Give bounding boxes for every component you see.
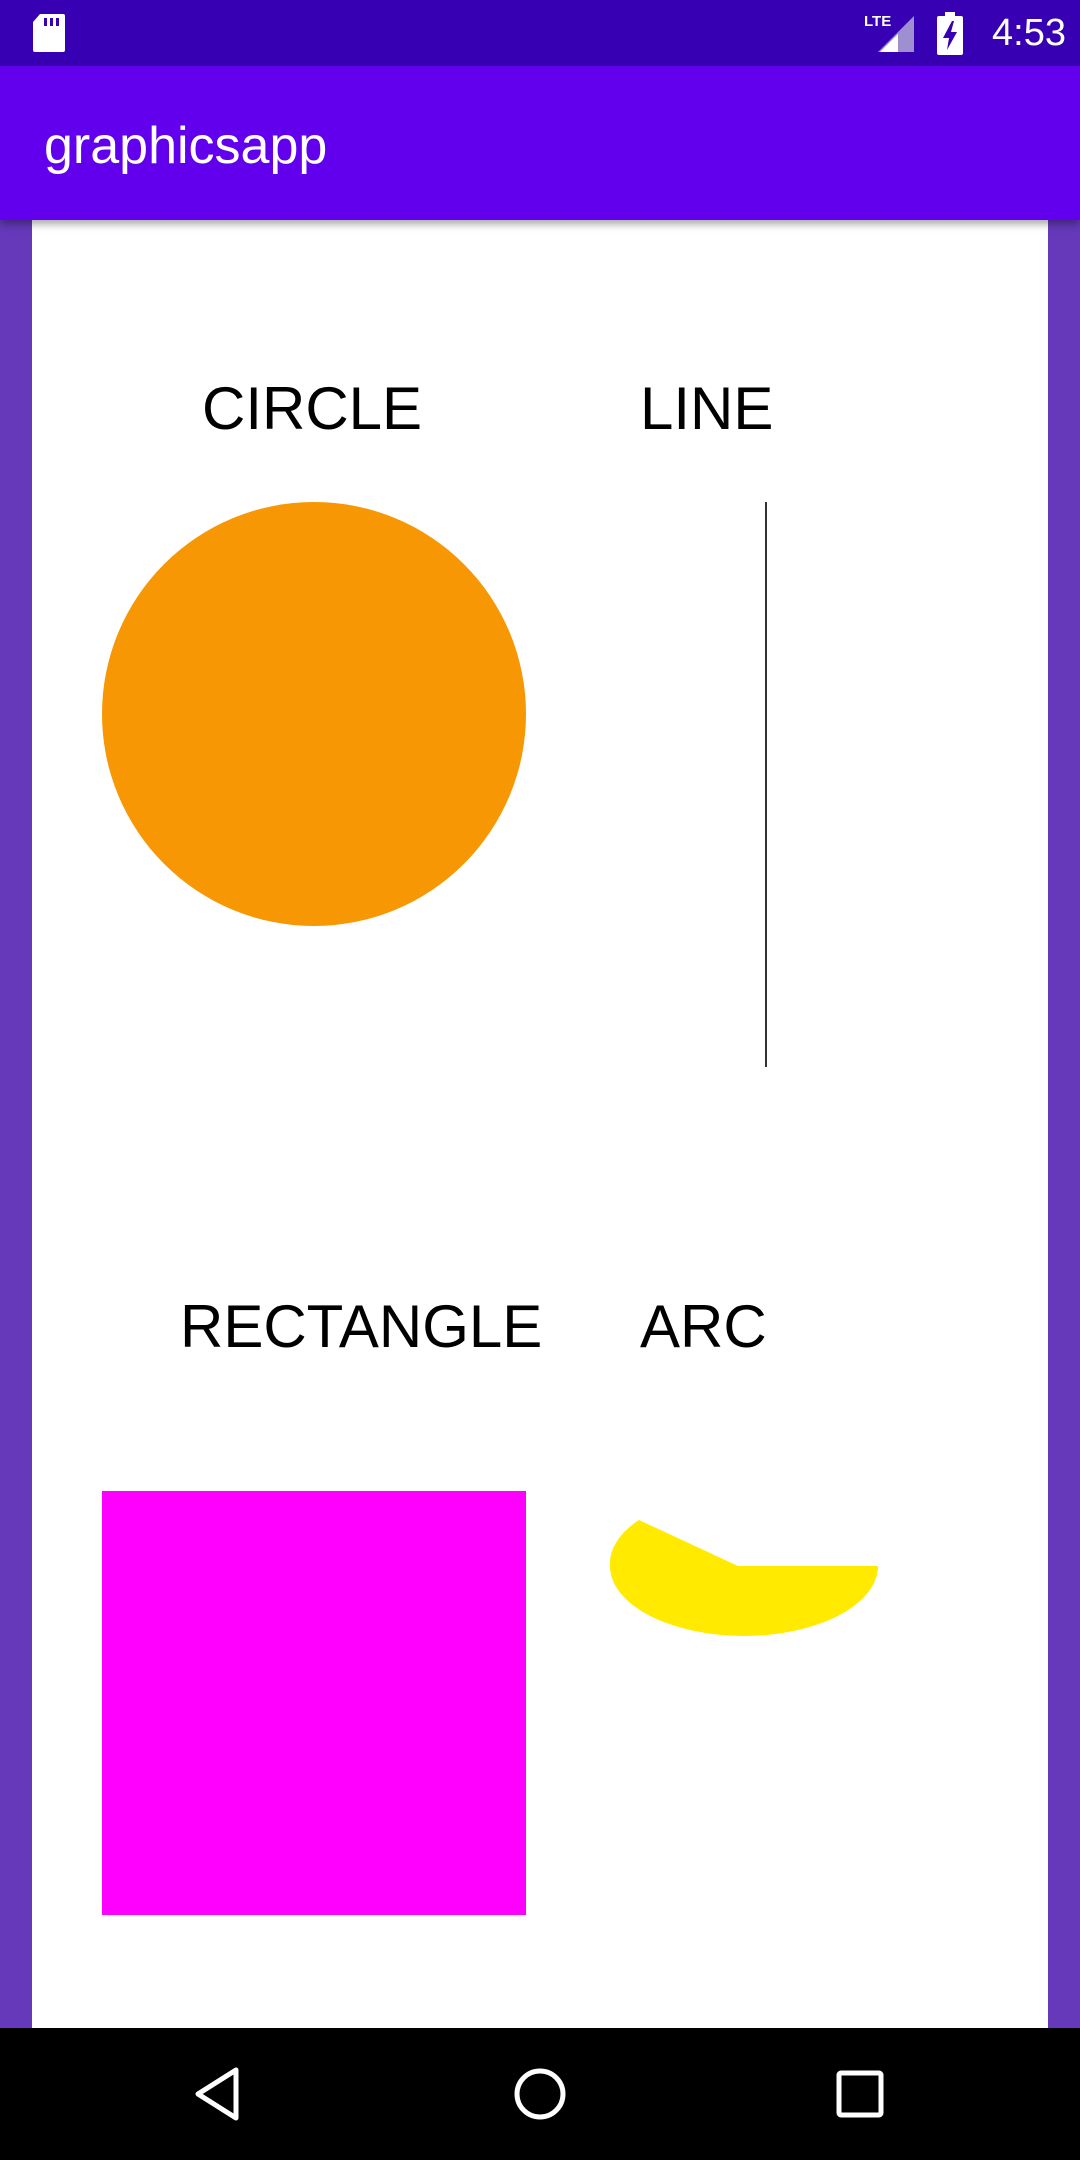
rectangle-shape <box>102 1491 526 1915</box>
drawing-canvas: CIRCLE LINE RECTANGLE ARC <box>32 220 1048 2028</box>
navigation-bar <box>0 2028 1080 2160</box>
battery-charging-icon <box>937 12 963 55</box>
home-icon[interactable] <box>510 2064 570 2124</box>
status-bar: LTE 4:53 <box>0 0 1080 66</box>
line-shape <box>765 502 767 1067</box>
arc-label: ARC <box>640 1293 767 1360</box>
lte-signal-icon: LTE <box>864 13 914 52</box>
line-label: LINE <box>640 375 774 442</box>
circle-shape <box>102 502 526 926</box>
circle-label: CIRCLE <box>202 375 423 442</box>
rectangle-label: RECTANGLE <box>180 1293 543 1360</box>
sd-card-icon <box>33 14 65 52</box>
recents-icon[interactable] <box>830 2064 890 2124</box>
back-icon[interactable] <box>190 2064 250 2124</box>
app-bar: graphicsapp <box>0 66 1080 220</box>
screen: LTE 4:53 graphicsapp CIRCLE LINE RECTANG… <box>0 0 1080 2160</box>
arc-sector <box>609 1520 878 1636</box>
arc-shape <box>609 1520 878 1636</box>
lte-label: LTE <box>864 13 891 30</box>
status-clock: 4:53 <box>992 12 1066 54</box>
app-title: graphicsapp <box>44 117 328 175</box>
